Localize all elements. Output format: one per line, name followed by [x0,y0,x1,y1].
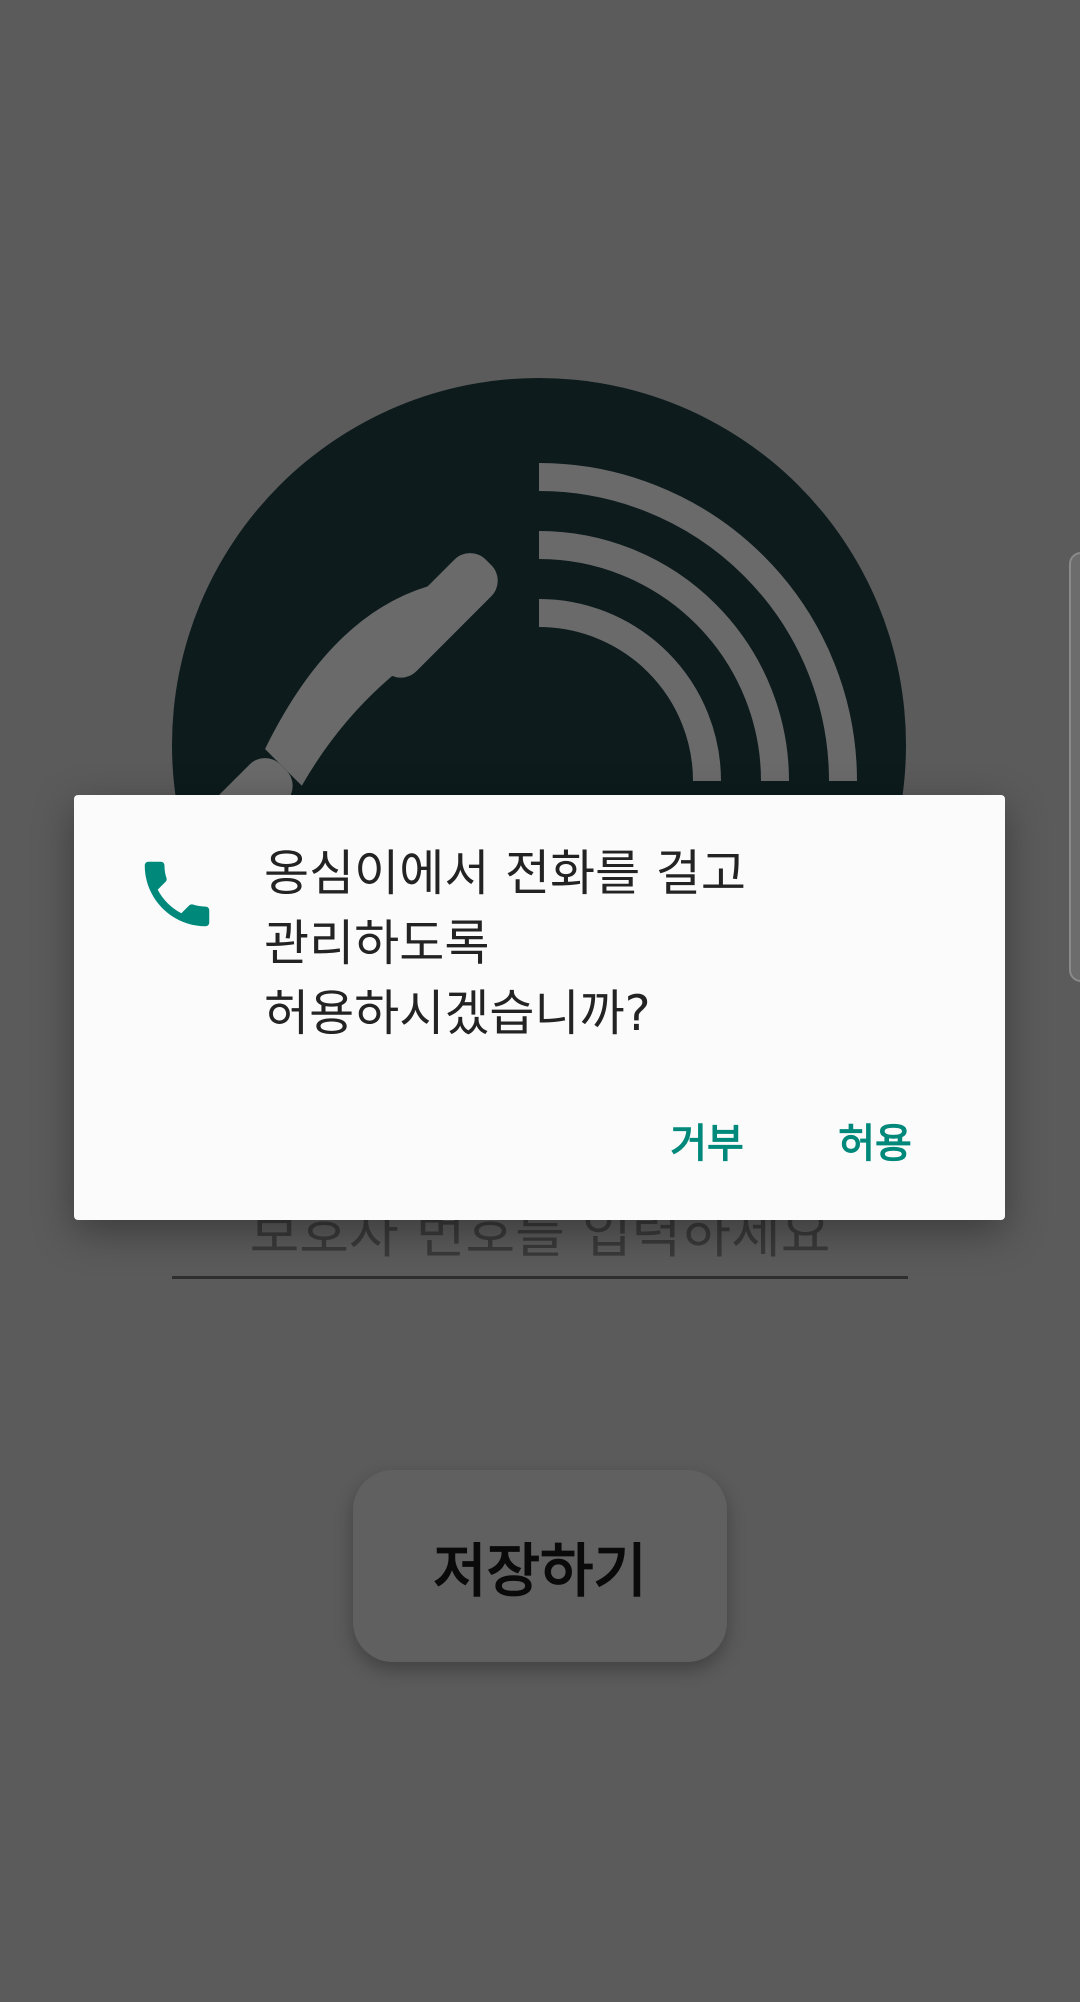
permission-message-line: 허용하시겠습니까? [264,985,651,1042]
edge-panel-handle[interactable] [1069,552,1080,982]
permission-dialog: 옹심이에서 전화를 걸고 관리하도록 허용하시겠습니까? 거부 허용 [74,795,1005,1220]
save-button[interactable]: 저장하기 [353,1470,727,1662]
deny-button[interactable]: 거부 [647,1095,767,1185]
permission-message-line: 옹심이에서 전화를 걸고 [264,845,746,902]
permission-message: 옹심이에서 전화를 걸고 관리하도록 허용하시겠습니까? [264,839,964,1049]
phone-icon [144,861,210,927]
permission-message-line: 관리하도록 [264,915,490,972]
allow-button[interactable]: 허용 [815,1095,935,1185]
dialog-actions: 거부 허용 [647,1095,935,1185]
